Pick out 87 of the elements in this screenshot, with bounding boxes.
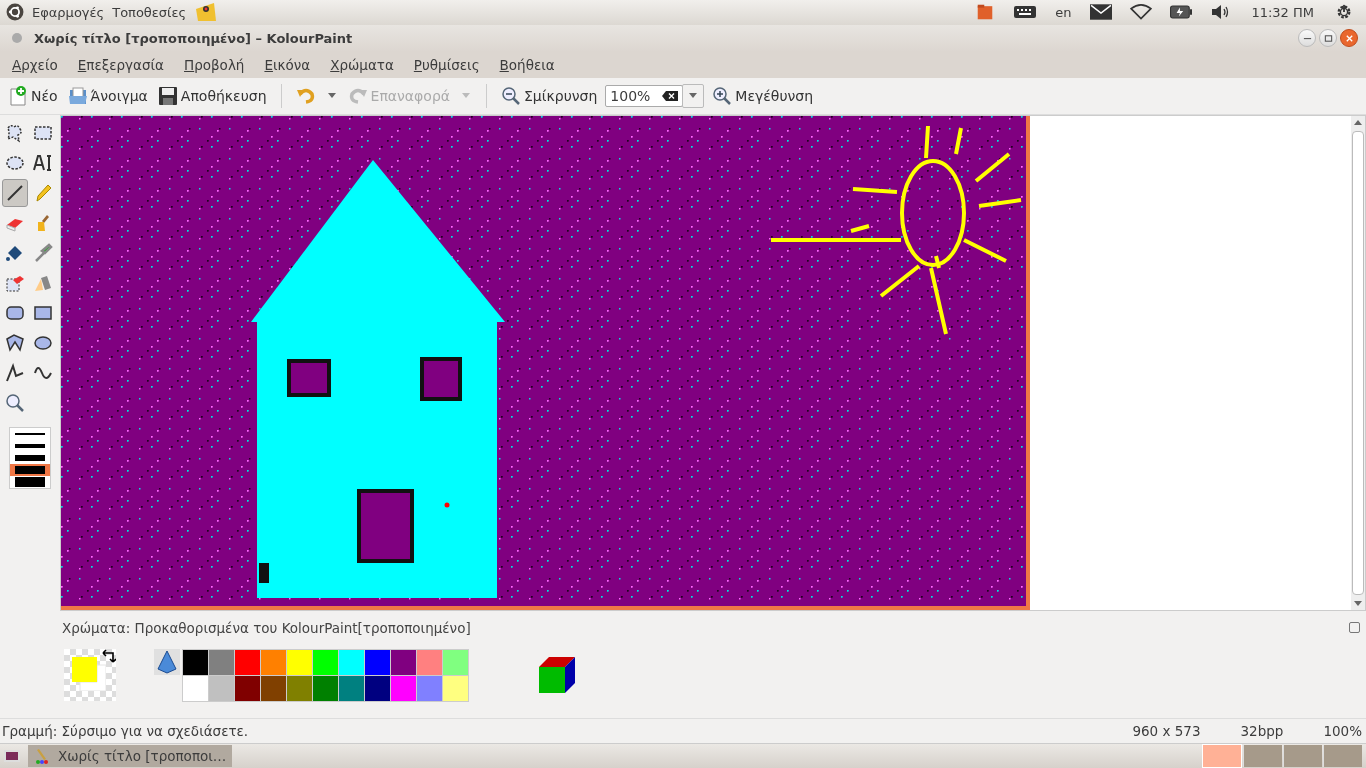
color-swatch[interactable]: [235, 675, 260, 701]
color-swatch[interactable]: [287, 649, 312, 675]
ubuntu-logo-icon[interactable]: [6, 3, 24, 22]
wifi-icon[interactable]: [1130, 4, 1153, 21]
color-swatch[interactable]: [287, 675, 312, 701]
zoom-icon: [5, 392, 25, 413]
line-tool[interactable]: [2, 178, 28, 207]
transparent-color-icon[interactable]: [154, 648, 180, 675]
menu-item[interactable]: Εικόνα: [264, 56, 311, 73]
paint-brush-icon: [34, 748, 50, 764]
float-button[interactable]: [1349, 622, 1360, 634]
color-swatch[interactable]: [235, 649, 260, 675]
keyboard-icon[interactable]: [1014, 4, 1037, 21]
color-swatch[interactable]: [313, 675, 338, 701]
zoom-level: 100%: [1323, 723, 1362, 740]
dropdown-button[interactable]: [682, 83, 705, 108]
image-size: 960 x 573: [1132, 723, 1201, 740]
save-button[interactable]: Αποθήκευση: [155, 83, 269, 108]
color-swatch[interactable]: [391, 649, 416, 675]
pen-icon: [33, 182, 53, 203]
picker-icon: [33, 242, 53, 263]
palette-title: Χρώματα: Προκαθορισμένα του KolourPaint[τροποποιημένο]: [62, 619, 472, 636]
color-swatch[interactable]: [183, 675, 208, 701]
color-swatch[interactable]: [209, 675, 234, 701]
color-swatch[interactable]: [339, 675, 364, 701]
color-swatch[interactable]: [313, 649, 338, 675]
color-swatch[interactable]: [261, 675, 286, 701]
panel-menu[interactable]: Εφαρμογές: [32, 4, 105, 20]
new-button[interactable]: Νέο: [6, 83, 60, 108]
free-select-icon: [5, 122, 25, 143]
color-swatch[interactable]: [391, 675, 416, 701]
color-depth: 32bpp: [1240, 723, 1284, 740]
clear-icon[interactable]: [662, 90, 679, 101]
menu-item[interactable]: Ρυθμίσεις: [413, 56, 480, 73]
panel-indicator[interactable]: en: [1055, 4, 1072, 20]
line-icon: [5, 182, 25, 203]
foreground-color-swatch[interactable]: [72, 657, 97, 683]
zoom-out-button[interactable]: Σμίκρυνση: [499, 83, 600, 108]
maximize-icon: [1323, 33, 1333, 43]
menu-item[interactable]: Επεξεργασία: [77, 56, 164, 73]
color-swatch[interactable]: [365, 649, 390, 675]
color-swatch[interactable]: [417, 649, 442, 675]
battery-icon[interactable]: [1170, 4, 1193, 21]
show-desktop-icon[interactable]: [4, 750, 20, 762]
color-swatch[interactable]: [417, 675, 442, 701]
polygon-icon: [5, 332, 25, 353]
scroll-up-icon[interactable]: [1354, 119, 1362, 125]
zoom-out-icon: [501, 85, 521, 106]
taskbar-window-button[interactable]: Χωρίς τίτλο [τροποποι…: [28, 745, 233, 767]
zoom-combo[interactable]: 100%: [605, 84, 684, 107]
menu-item[interactable]: Αρχείο: [12, 56, 58, 73]
close-icon: [1344, 33, 1354, 43]
launcher-icon[interactable]: [194, 1, 219, 24]
canvas-drawing[interactable]: [61, 115, 1030, 610]
menu-item[interactable]: Προβολή: [184, 56, 245, 73]
scrollbar-thumb[interactable]: [1352, 130, 1364, 595]
color-swatch[interactable]: [443, 649, 468, 675]
close-button[interactable]: [1340, 29, 1358, 48]
menu-item[interactable]: Χρώματα: [330, 56, 394, 73]
color-swatch[interactable]: [261, 649, 286, 675]
swap-colors-icon[interactable]: [102, 649, 116, 664]
open-folder-icon: [67, 85, 88, 106]
color-swatch[interactable]: [339, 649, 364, 675]
maximize-button[interactable]: [1319, 29, 1337, 48]
scroll-down-icon[interactable]: [1354, 600, 1362, 606]
color-swatch[interactable]: [209, 649, 234, 675]
color-swatch[interactable]: [443, 675, 468, 701]
panel-menu[interactable]: Τοποθεσίες: [112, 4, 187, 20]
color-cube-icon[interactable]: [537, 655, 577, 696]
caret-icon: [327, 93, 336, 99]
panel-indicator[interactable]: 11:32 ΠΜ: [1251, 4, 1314, 20]
text-icon: [33, 152, 53, 173]
background-color-swatch[interactable]: [79, 664, 106, 692]
color-swatch[interactable]: [183, 649, 208, 675]
mail-icon[interactable]: [1090, 4, 1113, 21]
caret-icon: [462, 93, 470, 99]
menu-item[interactable]: Βοήθεια: [499, 56, 555, 73]
line-width-option[interactable]: [10, 463, 50, 476]
window-title: Χωρίς τίτλο [τροποποιημένο] – KolourPaint: [34, 30, 353, 46]
new-document-icon: [8, 85, 28, 106]
zoom-in-icon: [712, 85, 733, 106]
polyline-icon: [5, 362, 25, 383]
status-message: Γραμμή: Σύρσιμο για να σχεδιάσετε.: [2, 723, 249, 740]
caret-icon: [689, 93, 698, 99]
zoom-in-button[interactable]: Μεγέθυνση: [710, 83, 816, 108]
open-button[interactable]: Άνοιγμα: [65, 83, 150, 108]
color-swatch[interactable]: [365, 675, 390, 701]
